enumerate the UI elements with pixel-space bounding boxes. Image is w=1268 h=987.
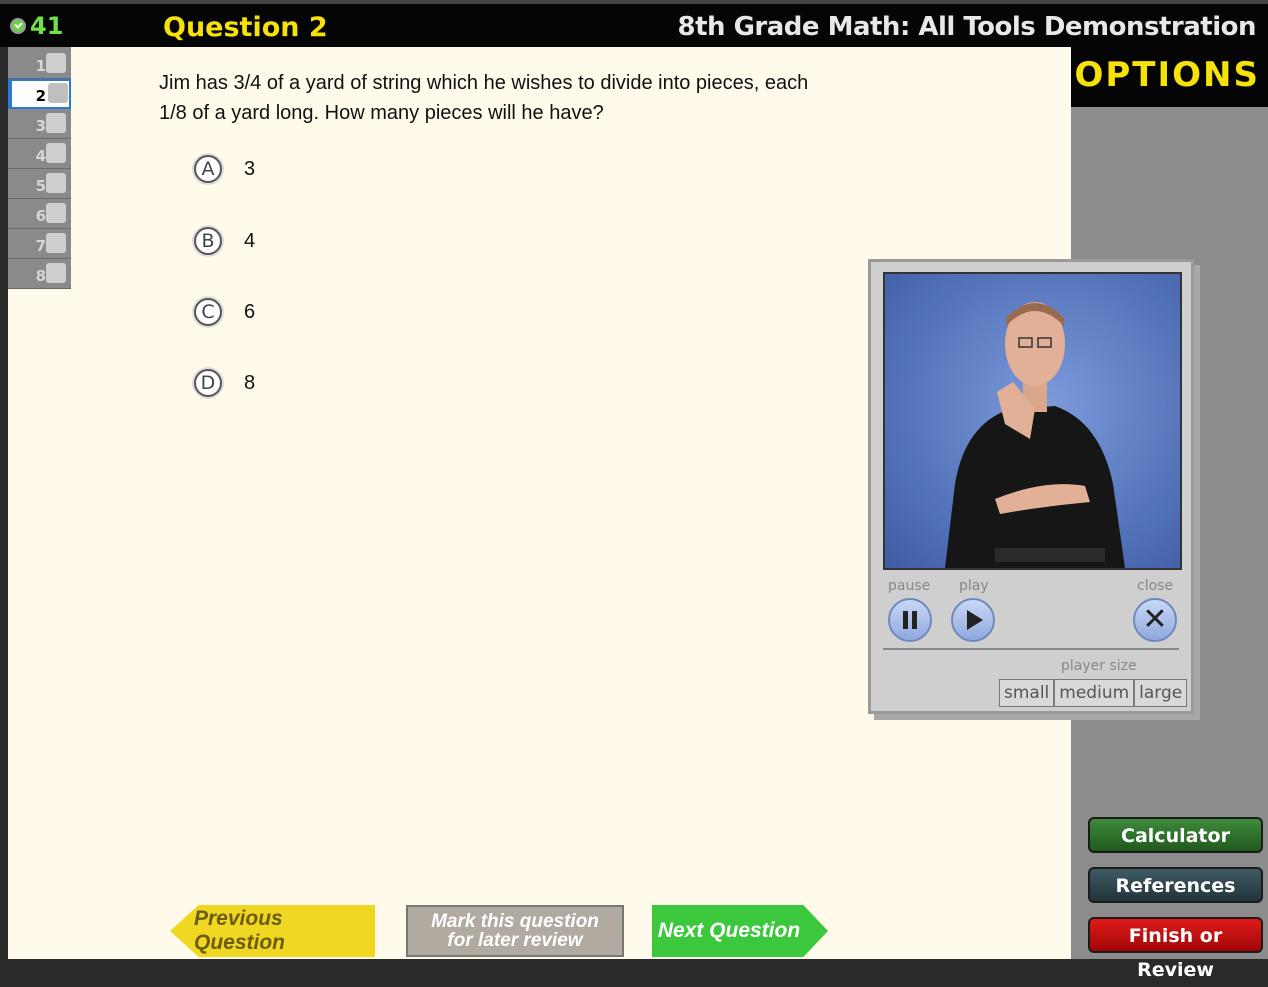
next-question-button[interactable]: Next Question — [652, 905, 828, 957]
flag-box — [46, 143, 66, 163]
flag-box — [46, 203, 66, 223]
top-bar: 41 Question 2 8th Grade Math: All Tools … — [0, 0, 1268, 47]
answer-bubble[interactable]: A — [194, 155, 222, 183]
answer-bubble[interactable]: C — [194, 298, 222, 326]
close-label: close — [1137, 578, 1174, 594]
previous-question-button[interactable]: Previous Question — [170, 905, 375, 957]
flag-box — [48, 83, 68, 103]
answer-option-c[interactable]: C 6 — [194, 298, 255, 326]
size-small-button[interactable]: small — [999, 679, 1055, 707]
timer-value: 41 — [30, 12, 64, 40]
question-nav-item[interactable]: 5 — [8, 169, 71, 199]
app-title: 8th Grade Math: All Tools Demonstration — [677, 12, 1257, 42]
question-nav-item[interactable]: 7 — [8, 229, 71, 259]
stopwatch-icon — [10, 18, 26, 34]
question-nav-item-active[interactable]: 2 — [8, 79, 71, 109]
question-nav-item[interactable]: 4 — [8, 139, 71, 169]
play-icon — [967, 610, 983, 630]
video-frame — [883, 272, 1182, 570]
answer-option-a[interactable]: A 3 — [194, 155, 255, 183]
references-button[interactable]: References — [1088, 867, 1263, 903]
mark-review-label-line2: for later review — [447, 930, 583, 951]
mark-review-label-line1: Mark this question — [431, 911, 599, 932]
question-nav-item[interactable]: 1 — [8, 49, 71, 79]
pause-label: pause — [888, 578, 931, 594]
player-size-label: player size — [1061, 658, 1137, 674]
answer-text: 8 — [244, 371, 256, 394]
calculator-button[interactable]: Calculator — [1088, 817, 1263, 853]
close-icon: ✕ — [1142, 602, 1168, 637]
pause-button[interactable] — [888, 598, 932, 642]
flag-box — [46, 263, 66, 283]
play-label: play — [959, 578, 989, 594]
divider — [883, 648, 1179, 650]
play-button[interactable] — [951, 598, 995, 642]
player-size-selector: small medium large — [999, 679, 1188, 707]
video-player: pause play close ✕ player size small med… — [868, 259, 1194, 714]
flag-box — [46, 173, 66, 193]
question-text: Jim has 3/4 of a yard of string which he… — [159, 72, 809, 124]
question-navigator: 1 2 3 4 5 6 7 8 — [8, 47, 71, 289]
answer-bubble[interactable]: D — [194, 369, 222, 397]
answer-text: 6 — [244, 300, 256, 323]
mark-review-button[interactable]: Mark this question for later review — [406, 905, 624, 957]
signer-figure — [945, 302, 1125, 568]
answer-option-b[interactable]: B 4 — [194, 227, 255, 255]
flag-box — [46, 113, 66, 133]
answer-bubble[interactable]: B — [194, 227, 222, 255]
previous-question-label: Previous Question — [194, 907, 286, 954]
question-title: Question 2 — [163, 12, 328, 43]
flag-box — [46, 53, 66, 73]
timer: 41 — [10, 12, 63, 40]
question-nav-item[interactable]: 3 — [8, 109, 71, 139]
answer-text: 4 — [244, 229, 256, 252]
next-question-label: Next Question — [657, 919, 801, 942]
answer-text: 3 — [244, 157, 256, 180]
question-nav-item[interactable]: 6 — [8, 199, 71, 229]
size-medium-button[interactable]: medium — [1054, 679, 1135, 707]
flag-box — [46, 233, 66, 253]
options-header[interactable]: OPTIONS — [1071, 47, 1268, 107]
size-large-button[interactable]: large — [1134, 679, 1188, 707]
options-label[interactable]: OPTIONS — [1074, 55, 1260, 95]
close-button[interactable]: ✕ — [1133, 598, 1177, 642]
pause-icon — [903, 611, 917, 629]
question-nav-item[interactable]: 8 — [8, 259, 71, 289]
finish-review-button[interactable]: Finish or Review — [1088, 917, 1263, 981]
answer-option-d[interactable]: D 8 — [194, 369, 255, 397]
